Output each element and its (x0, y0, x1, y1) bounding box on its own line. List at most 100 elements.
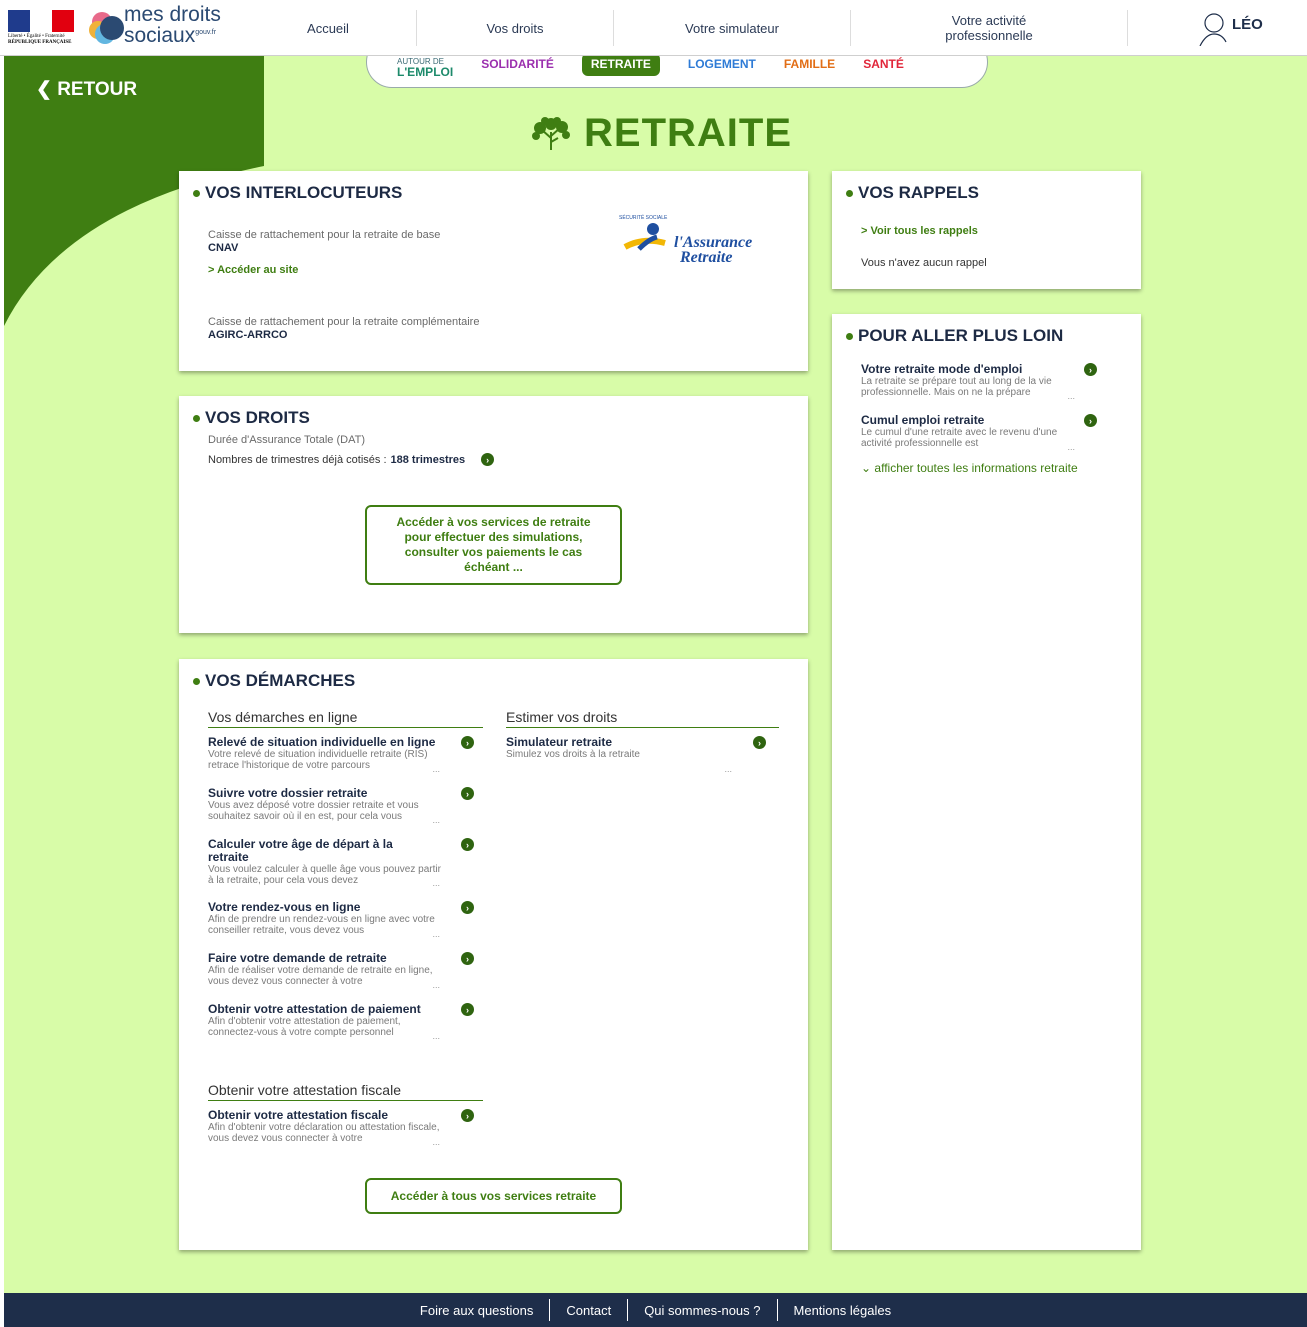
category-tabs: AUTOUR DE L'EMPLOI SOLIDARITÉ RETRAITE L… (366, 56, 988, 88)
bullet-dot (193, 189, 200, 197)
bullet-dot (846, 332, 853, 340)
user-menu[interactable]: LÉO (1198, 12, 1263, 48)
item-title: Cumul emploi retraite (861, 413, 985, 427)
item-title: Calculer votre âge de départ à la retrai… (208, 837, 393, 864)
logo-gouv: gouv.fr (195, 29, 217, 36)
item-desc: Afin de prendre un rendez-vous en ligne … (208, 914, 435, 936)
item-desc: Afin d'obtenir votre attestation de paie… (208, 1016, 401, 1038)
nav-vos-droits[interactable]: Vos droits (417, 0, 613, 56)
base-caisse-label: Caisse de rattachement pour la retraite … (208, 229, 441, 241)
all-services-button[interactable]: Accéder à tous vos services retraite (365, 1178, 622, 1214)
list-item[interactable]: Obtenir votre attestation de paiement Af… (208, 1003, 474, 1041)
footer-faq-link[interactable]: Foire aux questions (404, 1303, 549, 1318)
rappels-card: VOS RAPPELS > Voir tous les rappels Vous… (832, 171, 1141, 289)
arrow-right-circle-icon[interactable]: › (461, 1109, 474, 1122)
list-item[interactable]: Faire votre demande de retraite Afin de … (208, 952, 474, 990)
footer-contact-link[interactable]: Contact (550, 1303, 627, 1318)
list-item[interactable]: Suivre votre dossier retraite Vous avez … (208, 787, 474, 825)
comp-caisse-value: AGIRC-ARRCO (208, 329, 288, 341)
tab-sante[interactable]: SANTÉ (863, 58, 904, 71)
trimestres-label: Nombres de trimestres déjà cotisés : (208, 453, 387, 466)
access-site-link[interactable]: > Accéder au site (208, 264, 298, 276)
item-desc: Afin de réaliser votre demande de retrai… (208, 965, 433, 987)
assurance-retraite-logo[interactable]: SÉCURITÉ SOCIALE l'Assurance Retraite (619, 215, 769, 271)
tab-logement[interactable]: LOGEMENT (688, 58, 756, 71)
item-desc: Vous voulez calculer à quelle âge vous p… (208, 864, 441, 886)
item-desc: Vous avez déposé votre dossier retraite … (208, 800, 419, 822)
site-header: Liberté • Égalité • Fraternité RÉPUBLIQU… (0, 0, 1307, 56)
list-item[interactable]: Calculer votre âge de départ à la retrai… (208, 838, 474, 888)
base-caisse-value: CNAV (208, 242, 239, 254)
arrow-right-circle-icon[interactable]: › (481, 453, 495, 466)
assurance-retraite-logo-icon (623, 223, 666, 251)
arrow-right-circle-icon[interactable]: › (1084, 363, 1097, 376)
tab-emploi-label: L'EMPLOI (397, 65, 454, 79)
arrow-right-circle-icon[interactable]: › (461, 838, 474, 851)
nav-activite-professionnelle[interactable]: Votre activité professionnelle (851, 0, 1127, 56)
ellipsis: ... (432, 1137, 440, 1147)
all-rappels-link[interactable]: > Voir tous les rappels (861, 225, 978, 237)
droits-title: VOS DROITS (205, 408, 310, 427)
tab-retraite[interactable]: RETRAITE (581, 56, 660, 76)
item-title: Votre rendez-vous en ligne (208, 900, 361, 914)
ellipsis: ... (432, 980, 440, 990)
list-item[interactable]: Simulateur retraite Simulez vos droits à… (506, 736, 766, 774)
show-all-info-link[interactable]: ⌄ afficher toutes les informations retra… (861, 461, 1078, 475)
item-desc: Votre relevé de situation individuelle r… (208, 749, 428, 771)
marianne-logo[interactable]: Liberté • Égalité • Fraternité RÉPUBLIQU… (8, 10, 78, 50)
ellipsis: ... (1067, 442, 1075, 452)
demarches-card: VOS DÉMARCHES Vos démarches en ligne Est… (179, 659, 808, 1250)
item-title: Votre retraite mode d'emploi (861, 362, 1023, 376)
chevron-left-icon: ❮ (36, 79, 52, 100)
logo-wordmark[interactable]: mes droits sociauxgouv.fr (124, 4, 221, 47)
arrow-right-circle-icon[interactable]: › (461, 901, 474, 914)
mes-droits-sociaux-logo-icon[interactable] (88, 10, 126, 46)
back-button[interactable]: ❮ RETOUR (36, 78, 137, 101)
footer-legal-link[interactable]: Mentions légales (778, 1303, 908, 1318)
arrow-right-circle-icon[interactable]: › (1084, 414, 1097, 427)
footer-about-link[interactable]: Qui sommes-nous ? (628, 1303, 776, 1318)
marianne-republic: RÉPUBLIQUE FRANÇAISE (8, 40, 72, 45)
nav-votre-simulateur[interactable]: Votre simulateur (614, 0, 850, 56)
main-nav: Accueil Vos droits Votre simulateur Votr… (240, 0, 1128, 56)
item-title: Suivre votre dossier retraite (208, 786, 368, 800)
plus-loin-title: POUR ALLER PLUS LOIN (858, 326, 1064, 345)
tab-famille[interactable]: FAMILLE (784, 58, 835, 71)
arrow-right-circle-icon[interactable]: › (461, 787, 474, 800)
list-item[interactable]: Votre retraite mode d'emploi La retraite… (861, 363, 1097, 401)
page-heading: RETRAITE (584, 111, 792, 155)
online-demarches-heading: Vos démarches en ligne (208, 709, 483, 728)
tree-icon (532, 116, 570, 150)
bullet-dot (193, 414, 200, 422)
interlocuteurs-card: VOS INTERLOCUTEURS Caisse de rattachemen… (179, 171, 808, 371)
ellipsis: ... (432, 815, 440, 825)
list-item[interactable]: Cumul emploi retraite Le cumul d'une ret… (861, 414, 1097, 452)
tab-solidarite[interactable]: SOLIDARITÉ (481, 58, 554, 71)
item-desc: Simulez vos droits à la retraite (506, 749, 640, 760)
list-item[interactable]: Votre rendez-vous en ligne Afin de prend… (208, 901, 474, 939)
comp-caisse-label: Caisse de rattachement pour la retraite … (208, 316, 480, 328)
arrow-right-circle-icon[interactable]: › (461, 952, 474, 965)
bullet-dot (193, 677, 200, 685)
chevron-down-icon: ⌄ (861, 461, 872, 475)
logo-line1: l'Assurance (674, 234, 753, 251)
user-icon (1199, 13, 1227, 46)
ellipsis: ... (432, 764, 440, 774)
list-item[interactable]: Relevé de situation individuelle en lign… (208, 736, 474, 774)
logo-line2: sociaux (124, 24, 196, 47)
bullet-dot (846, 189, 853, 197)
back-label: RETOUR (57, 79, 138, 100)
arrow-right-circle-icon[interactable]: › (461, 1003, 474, 1016)
ellipsis: ... (432, 1031, 440, 1041)
retraite-services-button[interactable]: Accéder à vos services de retraite pour … (365, 505, 622, 585)
item-title: Simulateur retraite (506, 735, 613, 749)
nav-accueil[interactable]: Accueil (240, 0, 416, 56)
tab-emploi[interactable]: AUTOUR DE L'EMPLOI (397, 58, 453, 79)
demarches-title: VOS DÉMARCHES (205, 671, 356, 690)
dat-label: Durée d'Assurance Totale (DAT) (208, 434, 365, 446)
list-item[interactable]: Obtenir votre attestation fiscale Afin d… (208, 1109, 474, 1147)
arrow-right-circle-icon[interactable]: › (753, 736, 766, 749)
ellipsis: ... (432, 929, 440, 939)
logo-small-text: SÉCURITÉ SOCIALE (619, 215, 668, 221)
arrow-right-circle-icon[interactable]: › (461, 736, 474, 749)
